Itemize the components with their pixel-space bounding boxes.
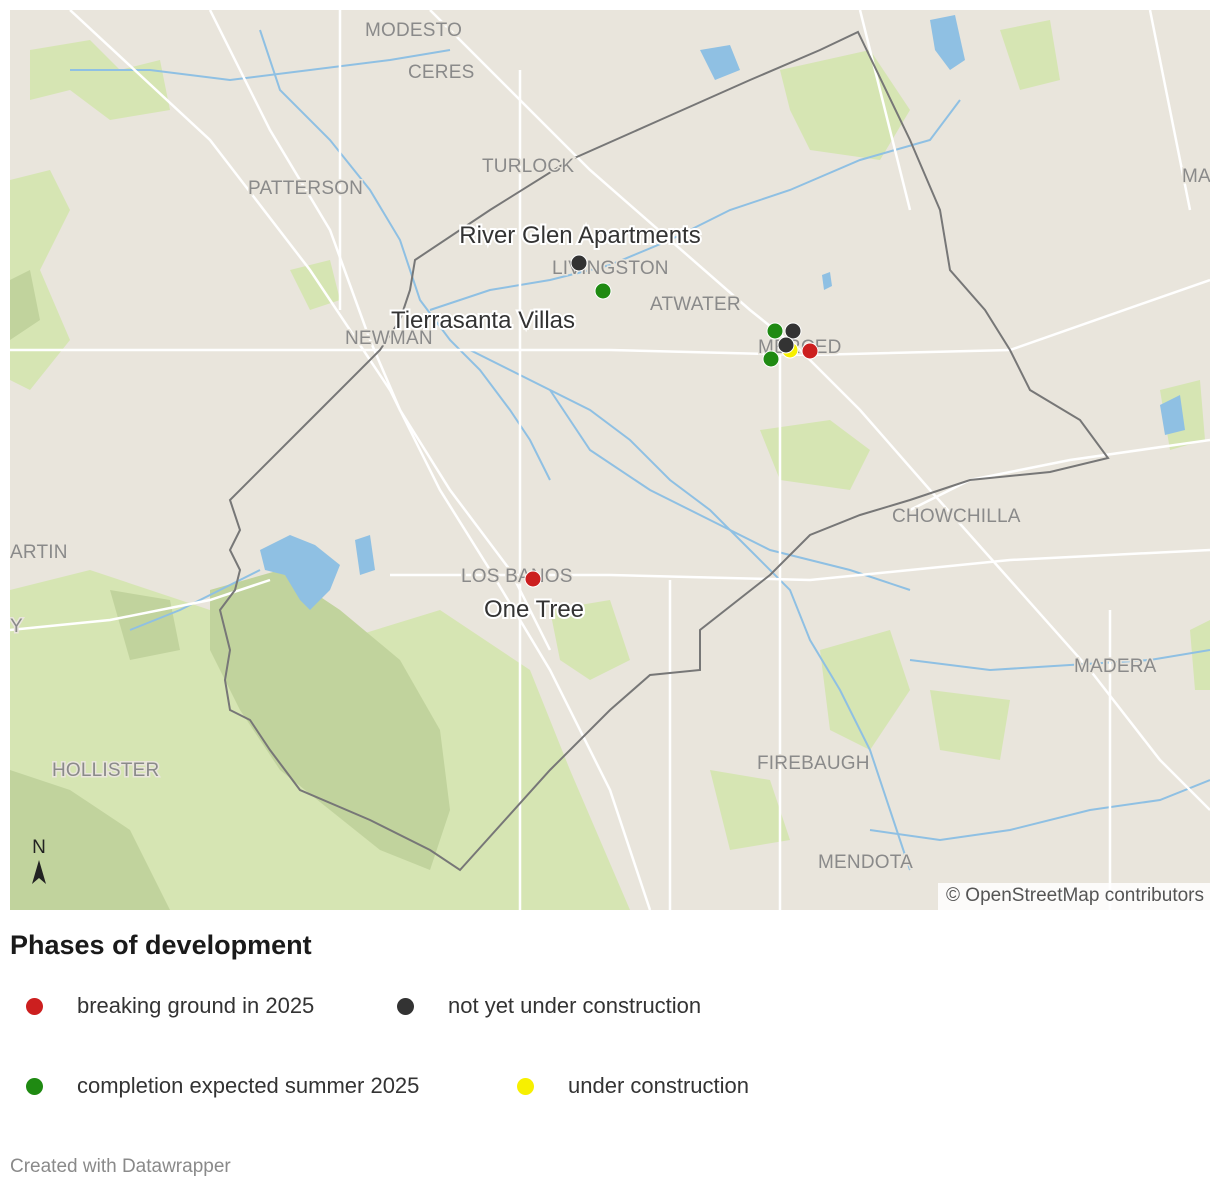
legend-swatch-yellow xyxy=(517,1077,534,1095)
marker-merced-6[interactable] xyxy=(801,342,819,360)
footer-credit[interactable]: Created with Datawrapper xyxy=(10,1156,231,1178)
town-label-gilroy: Y xyxy=(10,616,23,637)
legend-label: completion expected summer 2025 xyxy=(77,1073,420,1098)
legend-swatch-dark xyxy=(397,997,414,1015)
map[interactable]: MODESTO CERES TURLOCK PATTERSON LIVINGST… xyxy=(10,10,1210,910)
legend-item-completion-summer-2025: completion expected summer 2025 xyxy=(26,1073,419,1099)
town-label-chowchilla: CHOWCHILLA xyxy=(892,506,1021,527)
marker-merced-1[interactable] xyxy=(766,322,784,340)
legend-item-breaking-ground: breaking ground in 2025 xyxy=(26,993,314,1019)
north-arrow: N xyxy=(28,838,50,886)
town-label-los-banos: LOS BANOS xyxy=(461,566,573,587)
map-canvas: MODESTO CERES TURLOCK PATTERSON LIVINGST… xyxy=(10,10,1210,910)
marker-one-tree[interactable] xyxy=(524,570,542,588)
legend-label: breaking ground in 2025 xyxy=(77,993,315,1018)
legend-swatch-red xyxy=(26,997,43,1015)
legend-label: under construction xyxy=(568,1073,749,1098)
legend-title: Phases of development xyxy=(10,930,312,960)
town-label-modesto: MODESTO xyxy=(365,20,462,41)
marker-merced-3[interactable] xyxy=(762,350,780,368)
town-label-atwater: ATWATER xyxy=(650,294,741,315)
marker-river-glen-apartments[interactable] xyxy=(570,254,588,272)
marker-merced-5[interactable] xyxy=(777,336,795,354)
callout-river-glen-apartments: River Glen Apartments xyxy=(459,222,700,249)
town-label-san-martin: ARTIN xyxy=(10,542,68,563)
town-label-madera-ranchos: MA xyxy=(1182,166,1210,187)
town-label-turlock: TURLOCK xyxy=(482,156,574,177)
town-label-ceres: CERES xyxy=(408,62,474,83)
marker-tierrasanta-villas[interactable] xyxy=(594,282,612,300)
town-label-patterson: PATTERSON xyxy=(248,178,363,199)
town-label-firebaugh: FIREBAUGH xyxy=(757,753,870,774)
town-label-hollister: HOLLISTER xyxy=(52,760,159,781)
legend-item-under-construction: under construction xyxy=(517,1073,749,1099)
north-arrow-icon xyxy=(32,860,46,884)
town-label-mendota: MENDOTA xyxy=(818,852,913,873)
map-attribution[interactable]: © OpenStreetMap contributors xyxy=(938,883,1210,910)
north-label: N xyxy=(32,837,46,858)
callout-one-tree: One Tree xyxy=(484,596,584,623)
town-label-livingston: LIVINGSTON xyxy=(552,258,669,279)
town-label-madera: MADERA xyxy=(1074,656,1157,677)
marker-merced-2[interactable] xyxy=(784,322,802,340)
callout-tierrasanta-villas: Tierrasanta Villas xyxy=(391,307,575,334)
legend-item-not-yet-under-construction: not yet under construction xyxy=(397,993,701,1019)
legend-label: not yet under construction xyxy=(448,993,702,1018)
legend-swatch-green xyxy=(26,1077,43,1095)
